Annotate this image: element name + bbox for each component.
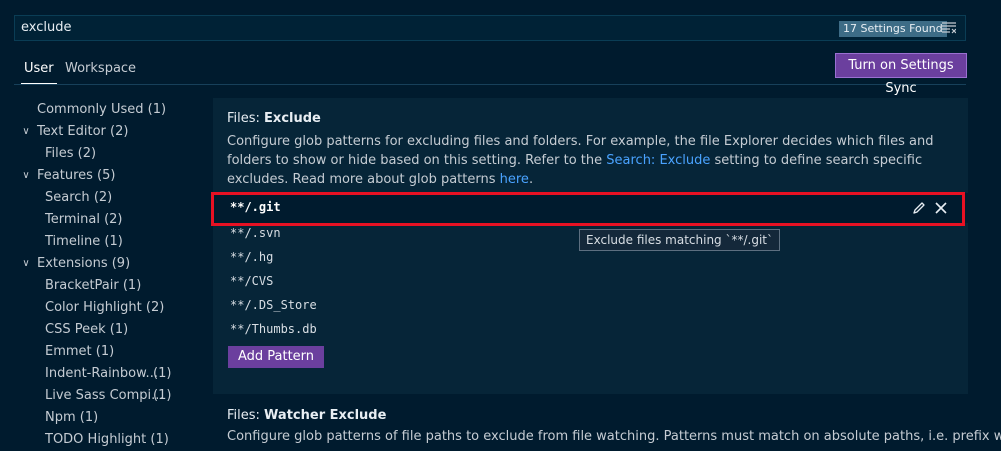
glob-patterns-here-link[interactable]: here: [500, 172, 529, 187]
search-exclude-link[interactable]: Search: Exclude: [606, 153, 710, 168]
setting-category: Files:: [227, 408, 265, 423]
desc-text: Configure glob patterns of file paths to…: [227, 429, 1001, 444]
highlight-box: [211, 192, 965, 226]
toc-count: (1): [109, 322, 129, 337]
toc-item-terminal[interactable]: Terminal (2): [45, 209, 123, 231]
tab-workspace[interactable]: Workspace: [65, 61, 136, 76]
toc-item-search[interactable]: Search (2): [45, 187, 112, 209]
pattern-item[interactable]: **/.hg: [230, 250, 273, 264]
toc-count: (2): [110, 124, 129, 139]
desc-text: .: [528, 172, 534, 187]
toc-label: Commonly Used: [37, 102, 144, 117]
toc-label: CSS Peek: [45, 322, 106, 337]
toc-item-indent-rainbow[interactable]: Indent-Rainbow... (1): [45, 363, 171, 385]
toc-count: (2): [77, 146, 97, 161]
toc-item-live-sass-compiler[interactable]: Live Sass Compi... (1): [45, 385, 171, 407]
toc-label: Emmet: [45, 344, 92, 359]
toc-label: Color Highlight: [45, 300, 142, 315]
toc-item-features[interactable]: ∨ Features (5): [20, 165, 115, 187]
toc-item-npm[interactable]: Npm (1): [45, 407, 98, 429]
toc-count: (1): [153, 388, 172, 403]
toc-label: Terminal: [45, 212, 100, 227]
pattern-item[interactable]: **/CVS: [230, 274, 273, 288]
results-count-badge: 17 Settings Found: [839, 21, 947, 37]
setting-name: Exclude: [264, 111, 321, 126]
toc-count: (5): [97, 168, 116, 183]
toc-count: (1): [104, 234, 123, 249]
toc-count: (1): [122, 278, 142, 293]
settings-scope-tabs: User Workspace: [14, 56, 966, 85]
pattern-item[interactable]: **/Thumbs.db: [230, 322, 317, 336]
toc-item-files[interactable]: Files (2): [45, 143, 96, 165]
toc-label: TODO Highlight: [45, 432, 147, 447]
toc-label: Live Sass Compi...: [45, 388, 164, 403]
toc-item-todo-highlight[interactable]: TODO Highlight (1): [45, 429, 169, 451]
setting-description-watcher-exclude: Configure glob patterns of file paths to…: [227, 429, 1001, 444]
toc-count: (9): [111, 256, 131, 271]
toc-item-css-peek[interactable]: CSS Peek (1): [45, 319, 128, 341]
pattern-item[interactable]: **/.svn: [230, 226, 281, 240]
chevron-down-icon: ∨: [22, 170, 30, 181]
toc-item-emmet[interactable]: Emmet (1): [45, 341, 114, 363]
chevron-down-icon: ∨: [22, 126, 30, 137]
toc-item-timeline[interactable]: Timeline (1): [45, 231, 123, 253]
toc-item-extensions[interactable]: ∨ Extensions (9): [20, 253, 130, 275]
search-input[interactable]: [21, 20, 721, 35]
toc-item-text-editor[interactable]: ∨ Text Editor (2): [20, 121, 128, 143]
toc-label: Extensions: [37, 256, 108, 271]
turn-on-settings-sync-button[interactable]: Turn on Settings Sync: [835, 53, 967, 96]
toc-item-commonly-used[interactable]: Commonly Used (1): [37, 99, 166, 121]
setting-category: Files:: [227, 111, 265, 126]
toc-count: (2): [145, 300, 165, 315]
toc-count: (1): [150, 432, 169, 447]
setting-description: Configure glob patterns for excluding fi…: [227, 132, 962, 189]
setting-title: Files: Exclude: [227, 111, 321, 126]
toc-count: (1): [147, 102, 167, 117]
setting-title-watcher-exclude: Files: Watcher Exclude: [227, 408, 386, 423]
toc-label: Search: [45, 190, 90, 205]
clear-filter-icon[interactable]: [942, 22, 956, 34]
toc-count: (2): [93, 190, 113, 205]
toc-count: (1): [95, 344, 115, 359]
settings-search-bar[interactable]: 17 Settings Found: [14, 15, 966, 41]
chevron-down-icon: ∨: [22, 258, 30, 269]
toc-item-bracketpair[interactable]: BracketPair (1): [45, 275, 141, 297]
toc-label: Npm: [45, 410, 76, 425]
tab-user[interactable]: User: [21, 61, 57, 84]
add-pattern-button[interactable]: Add Pattern: [228, 346, 324, 368]
toc-label: BracketPair: [45, 278, 119, 293]
pattern-tooltip: Exclude files matching `**/.git`: [579, 229, 781, 251]
toc-label: Timeline: [45, 234, 101, 249]
toc-count: (1): [153, 366, 172, 381]
toc-count: (2): [104, 212, 123, 227]
toc-label: Files: [45, 146, 74, 161]
setting-name: Watcher Exclude: [264, 408, 387, 423]
toc-label: Text Editor: [37, 124, 106, 139]
toc-count: (1): [79, 410, 99, 425]
toc-label: Indent-Rainbow...: [45, 366, 158, 381]
pattern-item[interactable]: **/.DS_Store: [230, 298, 317, 312]
toc-item-color-highlight[interactable]: Color Highlight (2): [45, 297, 164, 319]
